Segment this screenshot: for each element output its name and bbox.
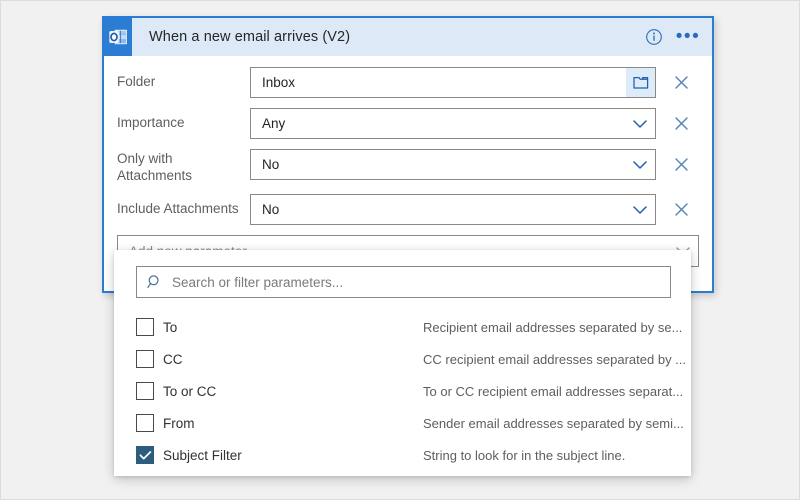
field-row-include-attachments: Include Attachments No [104, 194, 712, 225]
parameter-option-list: To Recipient email addresses separated b… [114, 311, 691, 471]
field-row-folder: Folder Inbox [104, 67, 712, 98]
search-icon [137, 274, 172, 290]
list-item[interactable]: To or CC To or CC recipient email addres… [114, 375, 691, 407]
option-label: From [163, 415, 195, 431]
option-description: CC recipient email addresses separated b… [423, 351, 687, 367]
only-with-attachments-dropdown[interactable]: No [250, 149, 656, 180]
ellipsis-glyph: ••• [675, 26, 701, 47]
option-description: Recipient email addresses separated by s… [423, 319, 683, 335]
checkbox-to-or-cc[interactable] [136, 382, 154, 400]
outlook-icon [104, 18, 132, 56]
checkbox-subject-filter[interactable] [136, 446, 154, 464]
list-item[interactable]: Subject Filter String to look for in the… [114, 439, 691, 471]
card-body: Folder Inbox Importance Any Only with At… [104, 56, 712, 267]
checkbox-cc[interactable] [136, 350, 154, 368]
folder-input[interactable]: Inbox [250, 67, 656, 98]
chevron-down-icon[interactable] [625, 150, 655, 179]
card-title: When a new email arrives (V2) [149, 29, 351, 45]
search-placeholder: Search or filter parameters... [172, 274, 344, 290]
clear-only-with-attachments-close-icon[interactable] [670, 149, 692, 180]
folder-value: Inbox [262, 75, 296, 90]
folder-icon[interactable] [626, 68, 655, 97]
importance-dropdown[interactable]: Any [250, 108, 656, 139]
only-with-attachments-value: No [262, 157, 280, 172]
search-parameters-input[interactable]: Search or filter parameters... [136, 266, 671, 298]
card-header: When a new email arrives (V2) ••• [104, 18, 712, 56]
checkbox-to[interactable] [136, 318, 154, 336]
ellipsis-icon[interactable]: ••• [675, 26, 701, 48]
clear-folder-close-icon[interactable] [670, 67, 692, 98]
list-item[interactable]: To Recipient email addresses separated b… [114, 311, 691, 343]
chevron-down-icon[interactable] [625, 109, 655, 138]
option-description: String to look for in the subject line. [423, 447, 626, 463]
parameter-picker-panel: Search or filter parameters... To Recipi… [114, 250, 691, 476]
option-description: Sender email addresses separated by semi… [423, 415, 684, 431]
field-label-only-with-attachments: Only with Attachments [117, 151, 193, 183]
option-label: To [163, 319, 178, 335]
field-label-importance: Importance [117, 115, 185, 130]
clear-importance-close-icon[interactable] [670, 108, 692, 139]
info-circle-icon[interactable] [643, 26, 665, 48]
list-item[interactable]: CC CC recipient email addresses separate… [114, 343, 691, 375]
field-label-folder: Folder [117, 74, 156, 89]
field-row-only-with-attachments: Only with Attachments No [104, 149, 712, 184]
option-label: CC [163, 351, 183, 367]
importance-value: Any [262, 116, 286, 131]
include-attachments-value: No [262, 202, 280, 217]
field-label-include-attachments: Include Attachments [117, 201, 239, 216]
field-row-importance: Importance Any [104, 108, 712, 139]
option-description: To or CC recipient email addresses separ… [423, 383, 684, 399]
checkbox-from[interactable] [136, 414, 154, 432]
option-label: Subject Filter [163, 447, 242, 463]
list-item[interactable]: From Sender email addresses separated by… [114, 407, 691, 439]
header-actions: ••• [643, 26, 712, 48]
include-attachments-dropdown[interactable]: No [250, 194, 656, 225]
chevron-down-icon[interactable] [625, 195, 655, 224]
clear-include-attachments-close-icon[interactable] [670, 194, 692, 225]
option-label: To or CC [163, 383, 217, 399]
